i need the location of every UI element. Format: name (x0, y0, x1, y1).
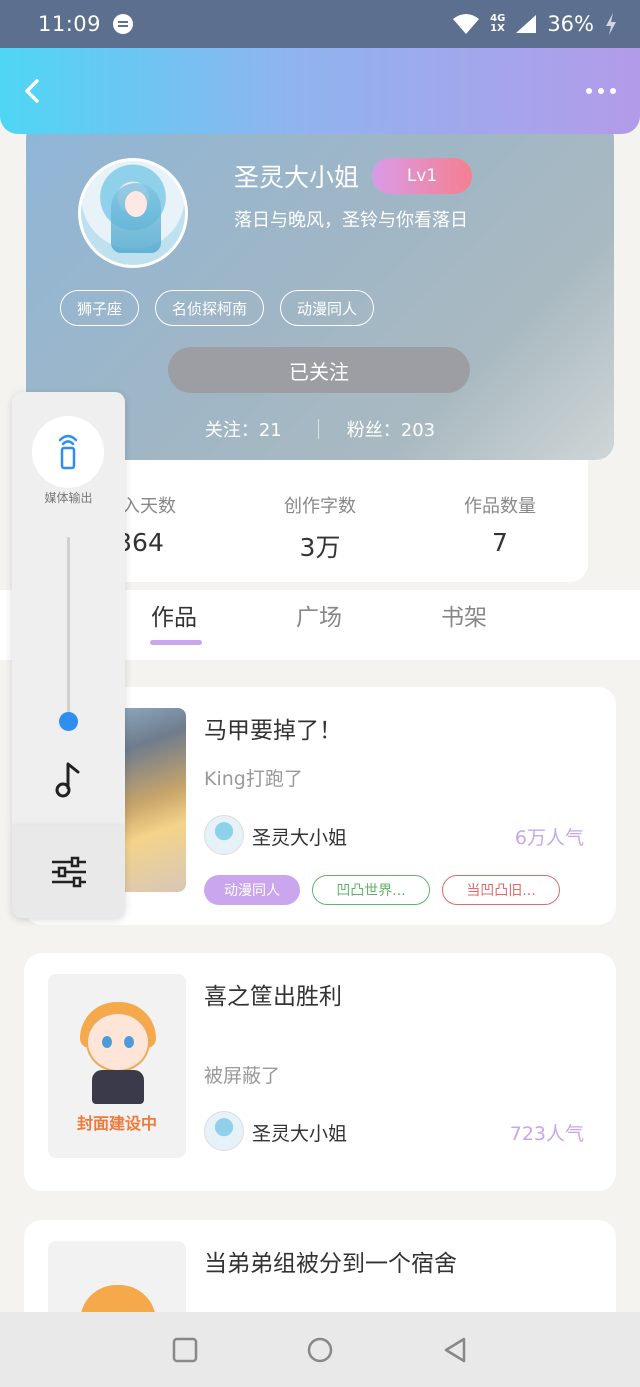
volume-settings-area (12, 826, 125, 918)
tab-works[interactable]: 作品 (151, 598, 197, 632)
follow-button[interactable]: 已关注 (168, 347, 470, 393)
more-dots-icon[interactable] (586, 88, 616, 94)
system-nav-bar (0, 1312, 640, 1387)
tab-bookshelf[interactable]: 书架 (441, 598, 487, 632)
volume-slider-track[interactable] (67, 537, 70, 722)
following-count[interactable]: 关注：21 (205, 416, 282, 442)
followers-count[interactable]: 粉丝：203 (347, 416, 435, 442)
divider (317, 419, 319, 439)
recent-apps-icon[interactable] (172, 1337, 198, 1363)
signal-icon (516, 15, 537, 33)
work-desc: 被屏蔽了 (204, 1065, 281, 1087)
profile-tag[interactable]: 狮子座 (60, 290, 140, 326)
stat-word-count: 创作字数 3万 (284, 496, 356, 562)
media-output-label: 媒体输出 (44, 491, 93, 505)
status-time: 11:09 (38, 12, 102, 36)
author-avatar (204, 1111, 244, 1151)
home-icon[interactable] (306, 1336, 334, 1364)
music-note-icon (55, 762, 80, 798)
volume-panel: 媒体输出 (12, 392, 125, 826)
work-title: 马甲要掉了！ (204, 718, 342, 744)
work-tags: 动漫同人 凹凸世界... 当凹凸旧... (204, 875, 560, 905)
avatar[interactable] (78, 158, 188, 268)
cover-character-body (92, 1070, 144, 1104)
author-avatar (204, 815, 244, 855)
level-badge: Lv1 (372, 158, 472, 194)
profile-tag[interactable]: 名侦探柯南 (155, 290, 265, 326)
profile-name: 圣灵大小姐 (234, 163, 360, 192)
work-desc: King打跑了 (204, 768, 303, 790)
profile-tag[interactable]: 动漫同人 (280, 290, 375, 326)
cover-character-eye (124, 1036, 134, 1048)
tab-square[interactable]: 广场 (296, 598, 342, 632)
work-card[interactable]: 封面建设中 喜之筐出胜利 被屏蔽了 圣灵大小姐 723人气 (24, 953, 616, 1191)
cover-character-eye (102, 1036, 112, 1048)
work-tag[interactable]: 凹凸世界... (312, 875, 430, 905)
work-tag[interactable]: 当凹凸旧... (442, 875, 560, 905)
status-bar: 11:09 4G 1X 36% (0, 0, 640, 48)
work-popularity: 6万人气 (514, 827, 584, 849)
work-author: 圣灵大小姐 (252, 1123, 348, 1145)
wifi-icon (453, 14, 480, 34)
network-type: 4G 1X (490, 13, 506, 34)
message-icon (113, 14, 134, 34)
top-header (0, 48, 640, 134)
back-arrow-icon[interactable] (18, 76, 48, 106)
profile-signature: 落日与晚风，圣铃与你看落日 (234, 210, 468, 231)
charging-icon (606, 13, 616, 35)
work-popularity: 723人气 (509, 1123, 584, 1145)
work-title: 当弟弟组被分到一个宿舍 (204, 1251, 457, 1277)
media-output-icon (58, 434, 78, 470)
stat-work-count: 作品数量 7 (464, 496, 536, 557)
profile-tags: 狮子座 名侦探柯南 动漫同人 (60, 290, 375, 326)
cover-placeholder-label: 封面建设中 (76, 1114, 157, 1133)
work-title: 喜之筐出胜利 (204, 984, 342, 1010)
work-cover[interactable]: 封面建设中 (48, 974, 186, 1158)
media-output-button[interactable] (32, 416, 104, 488)
tab-indicator (150, 640, 202, 645)
cover-character-face (86, 1012, 150, 1072)
volume-slider-thumb[interactable] (59, 712, 78, 731)
work-author: 圣灵大小姐 (252, 827, 348, 849)
battery-percent: 36% (547, 12, 594, 36)
equalizer-icon[interactable] (50, 856, 88, 888)
work-tag[interactable]: 动漫同人 (204, 875, 300, 905)
back-triangle-icon[interactable] (442, 1336, 468, 1364)
